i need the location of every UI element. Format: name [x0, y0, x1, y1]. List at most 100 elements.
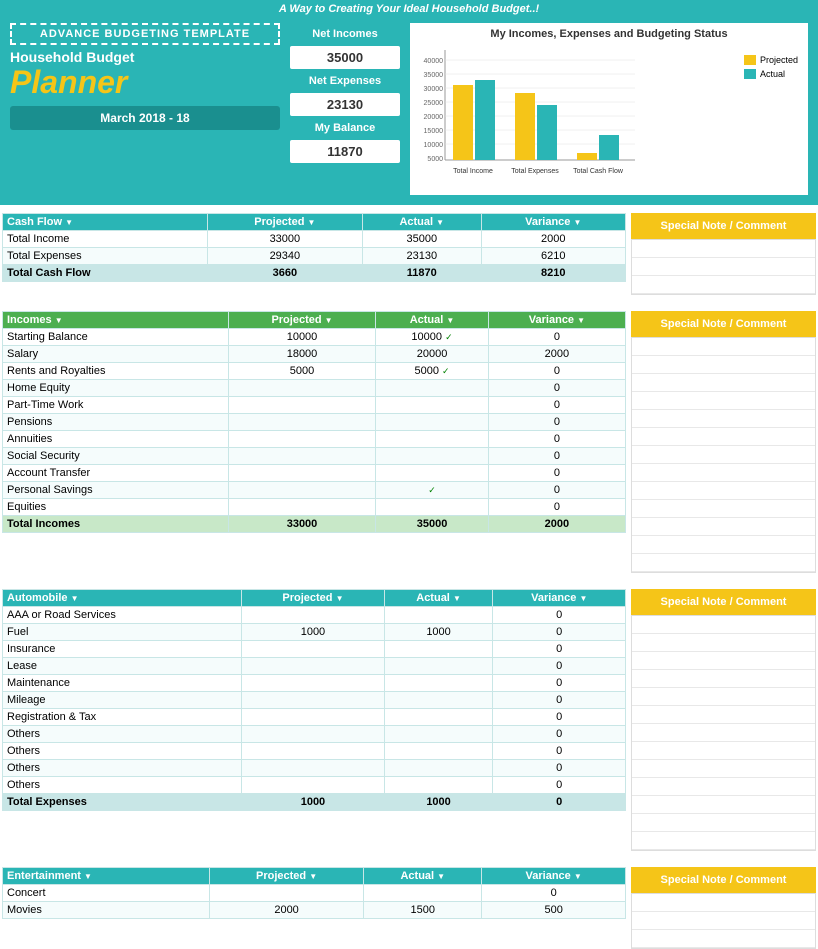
chart-title: My Incomes, Expenses and Budgeting Statu…: [415, 28, 803, 40]
cashflow-label-0: Total Income: [3, 231, 208, 248]
income-actual-1: 20000: [376, 346, 489, 363]
income-label-6: Annuities: [3, 431, 229, 448]
net-incomes-label: Net Incomes: [290, 28, 400, 40]
incomes-total-row: Total Incomes 33000 35000 2000: [3, 516, 626, 533]
incomes-table: Incomes ▼ Projected ▼ Actual ▼ Variance …: [2, 311, 626, 533]
entertainment-table-wrapper: Entertainment ▼ Projected ▼ Actual ▼ Var…: [2, 867, 626, 949]
entertainment-row: Concert 0: [3, 885, 626, 902]
income-label-1: Salary: [3, 346, 229, 363]
entertainment-col1-header[interactable]: Entertainment ▼: [3, 868, 210, 885]
note-line: [632, 240, 815, 258]
incomes-col2-header[interactable]: Projected ▼: [228, 312, 375, 329]
automobile-table-wrapper: Automobile ▼ Projected ▼ Actual ▼ Varian…: [2, 589, 626, 851]
automobile-col2-header[interactable]: Projected ▼: [242, 590, 384, 607]
top-banner: A Way to Creating Your Ideal Household B…: [0, 0, 818, 18]
incomes-note-lines: [631, 337, 816, 573]
cashflow-label-2: Total Cash Flow: [3, 265, 208, 282]
auto-actual-4: [384, 675, 493, 692]
income-variance-4: 0: [488, 397, 625, 414]
cashflow-proj-1: 29340: [207, 248, 362, 265]
note-line: [632, 554, 815, 572]
auto-actual-6: [384, 709, 493, 726]
auto-proj-4: [242, 675, 384, 692]
auto-actual-0: [384, 607, 493, 624]
entertainment-col4-header[interactable]: Variance ▼: [482, 868, 626, 885]
cashflow-note-section: Special Note / Comment: [631, 213, 816, 295]
income-row: Account Transfer 0: [3, 465, 626, 482]
automobile-row: Others 0: [3, 777, 626, 794]
income-actual-7: [376, 448, 489, 465]
auto-variance-9: 0: [493, 760, 626, 777]
income-row: Home Equity 0: [3, 380, 626, 397]
auto-label-2: Insurance: [3, 641, 242, 658]
chart-container: Projected Actual: [415, 45, 803, 190]
income-variance-10: 0: [488, 499, 625, 516]
income-row: Starting Balance 10000 10000 ✓ 0: [3, 329, 626, 346]
legend-actual: Actual: [744, 69, 798, 79]
income-row: Rents and Royalties 5000 5000 ✓ 0: [3, 363, 626, 380]
income-row: Salary 18000 20000 2000: [3, 346, 626, 363]
ent-proj-1: 2000: [209, 902, 363, 919]
cashflow-col1-header[interactable]: Cash Flow ▼: [3, 214, 208, 231]
note-line: [632, 536, 815, 554]
cashflow-label-1: Total Expenses: [3, 248, 208, 265]
cashflow-variance-0: 2000: [481, 231, 625, 248]
note-line: [632, 778, 815, 796]
note-line: [632, 652, 815, 670]
svg-text:Total Income: Total Income: [453, 168, 493, 175]
auto-proj-10: [242, 777, 384, 794]
income-proj-1: 18000: [228, 346, 375, 363]
auto-variance-5: 0: [493, 692, 626, 709]
cashflow-row: Total Cash Flow 3660 11870 8210: [3, 265, 626, 282]
auto-proj-9: [242, 760, 384, 777]
entertainment-col2-header[interactable]: Projected ▼: [209, 868, 363, 885]
income-variance-1: 2000: [488, 346, 625, 363]
bar-cashflow-proj: [577, 153, 597, 160]
auto-total-variance: 0: [493, 794, 626, 811]
automobile-col4-header[interactable]: Variance ▼: [493, 590, 626, 607]
date-box: March 2018 - 18: [10, 106, 280, 130]
cashflow-col2-header[interactable]: Projected ▼: [207, 214, 362, 231]
income-row: Annuities 0: [3, 431, 626, 448]
cashflow-actual-2: 11870: [362, 265, 481, 282]
auto-variance-7: 0: [493, 726, 626, 743]
incomes-col4-header[interactable]: Variance ▼: [488, 312, 625, 329]
auto-variance-6: 0: [493, 709, 626, 726]
auto-proj-6: [242, 709, 384, 726]
auto-proj-7: [242, 726, 384, 743]
income-variance-9: 0: [488, 482, 625, 499]
incomes-total-actual: 35000: [376, 516, 489, 533]
auto-proj-1: 1000: [242, 624, 384, 641]
bar-chart-svg: 40000 35000 30000 25000 20000 15000 1000…: [415, 45, 675, 185]
cashflow-col3-header[interactable]: Actual ▼: [362, 214, 481, 231]
legend-projected-color: [744, 55, 756, 65]
entertainment-note-lines: [631, 893, 816, 949]
income-label-10: Equities: [3, 499, 229, 516]
income-row: Equities 0: [3, 499, 626, 516]
cashflow-variance-1: 6210: [481, 248, 625, 265]
automobile-row: Registration & Tax 0: [3, 709, 626, 726]
note-line: [632, 706, 815, 724]
automobile-col1-header[interactable]: Automobile ▼: [3, 590, 242, 607]
incomes-col3-header[interactable]: Actual ▼: [376, 312, 489, 329]
svg-text:25000: 25000: [424, 100, 444, 107]
header-section: ADVANCE BUDGETING TEMPLATE Household Bud…: [0, 18, 818, 205]
gap3: [0, 851, 818, 859]
entertainment-note-section: Special Note / Comment: [631, 867, 816, 949]
automobile-note-box: Special Note / Comment: [631, 589, 816, 615]
entertainment-col3-header[interactable]: Actual ▼: [364, 868, 482, 885]
cashflow-row: Total Expenses 29340 23130 6210: [3, 248, 626, 265]
auto-proj-5: [242, 692, 384, 709]
incomes-col1-header[interactable]: Incomes ▼: [3, 312, 229, 329]
note-line: [632, 796, 815, 814]
net-incomes-value: 35000: [290, 46, 400, 69]
automobile-col3-header[interactable]: Actual ▼: [384, 590, 493, 607]
automobile-row: Others 0: [3, 726, 626, 743]
cashflow-col4-header[interactable]: Variance ▼: [481, 214, 625, 231]
income-actual-2: 5000 ✓: [376, 363, 489, 380]
income-variance-2: 0: [488, 363, 625, 380]
income-label-2: Rents and Royalties: [3, 363, 229, 380]
incomes-total-proj: 33000: [228, 516, 375, 533]
income-variance-5: 0: [488, 414, 625, 431]
cashflow-note-box: Special Note / Comment: [631, 213, 816, 239]
